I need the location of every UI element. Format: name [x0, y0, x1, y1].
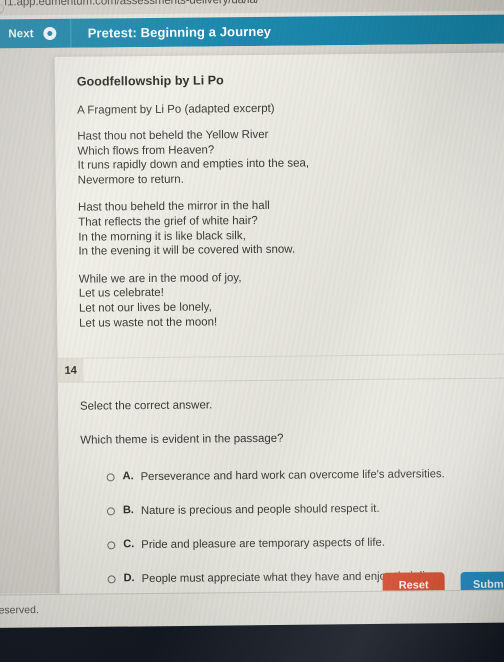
question-prompt: Which theme is evident in the passage?: [80, 432, 284, 447]
page-body: Goodfellowship by Li Po A Fragment by Li…: [0, 43, 504, 631]
copyright-text: All rights reserved.: [0, 604, 39, 617]
answer-option-b[interactable]: B. Nature is precious and people should …: [106, 501, 504, 519]
browser-url-bar[interactable]: ⓘ f1.app.edmentum.com/assessments-delive…: [0, 0, 504, 16]
answer-option-c[interactable]: C. Pride and pleasure are temporary aspe…: [107, 535, 504, 553]
radio-button-c[interactable]: [107, 541, 116, 550]
answer-option-a[interactable]: A. Perseverance and hard work can overco…: [106, 467, 504, 485]
browser-page: ⓘ f1.app.edmentum.com/assessments-delive…: [0, 0, 504, 639]
question-number-row: 14: [57, 354, 504, 384]
question-number-badge: 14: [57, 358, 84, 384]
option-letter-b: B.: [122, 504, 134, 517]
passage-title: Goodfellowship by Li Po: [76, 73, 224, 89]
option-letter-a: A.: [122, 470, 134, 483]
passage-stanza: Hast thou not beheld the Yellow River Wh…: [77, 126, 504, 188]
content-card: Goodfellowship by Li Po A Fragment by Li…: [54, 52, 504, 631]
question-instruction: Select the correct answer.: [79, 399, 213, 413]
radio-button-a[interactable]: [106, 473, 115, 482]
passage-byline: A Fragment by Li Po (adapted excerpt): [77, 102, 275, 117]
url-text: f1.app.edmentum.com/assessments-delivery…: [3, 0, 259, 9]
photographed-screen: ⓘ f1.app.edmentum.com/assessments-delive…: [0, 0, 504, 662]
passage-stanza: Hast thou beheld the mirror in the hall …: [78, 197, 504, 259]
option-text-b: Nature is precious and people should res…: [140, 502, 380, 518]
passage-line: In the evening it will be covered with s…: [78, 243, 296, 258]
passage-line: Nevermore to return.: [77, 173, 184, 187]
option-letter-c: C.: [123, 538, 135, 551]
monitor-bezel: [0, 622, 504, 662]
next-button-label: Next: [8, 27, 34, 40]
option-text-c: Pride and pleasure are temporary aspects…: [141, 536, 385, 552]
next-circle-icon: [43, 26, 57, 41]
passage-stanza: While we are in the mood of joy, Let us …: [79, 268, 504, 330]
next-button[interactable]: Next: [0, 18, 72, 49]
reading-passage: Goodfellowship by Li Po A Fragment by Li…: [55, 52, 504, 350]
option-text-a: Perseverance and hard work can overcome …: [140, 468, 445, 484]
radio-button-b[interactable]: [106, 507, 115, 516]
assessment-title: Pretest: Beginning a Journey: [87, 23, 272, 41]
